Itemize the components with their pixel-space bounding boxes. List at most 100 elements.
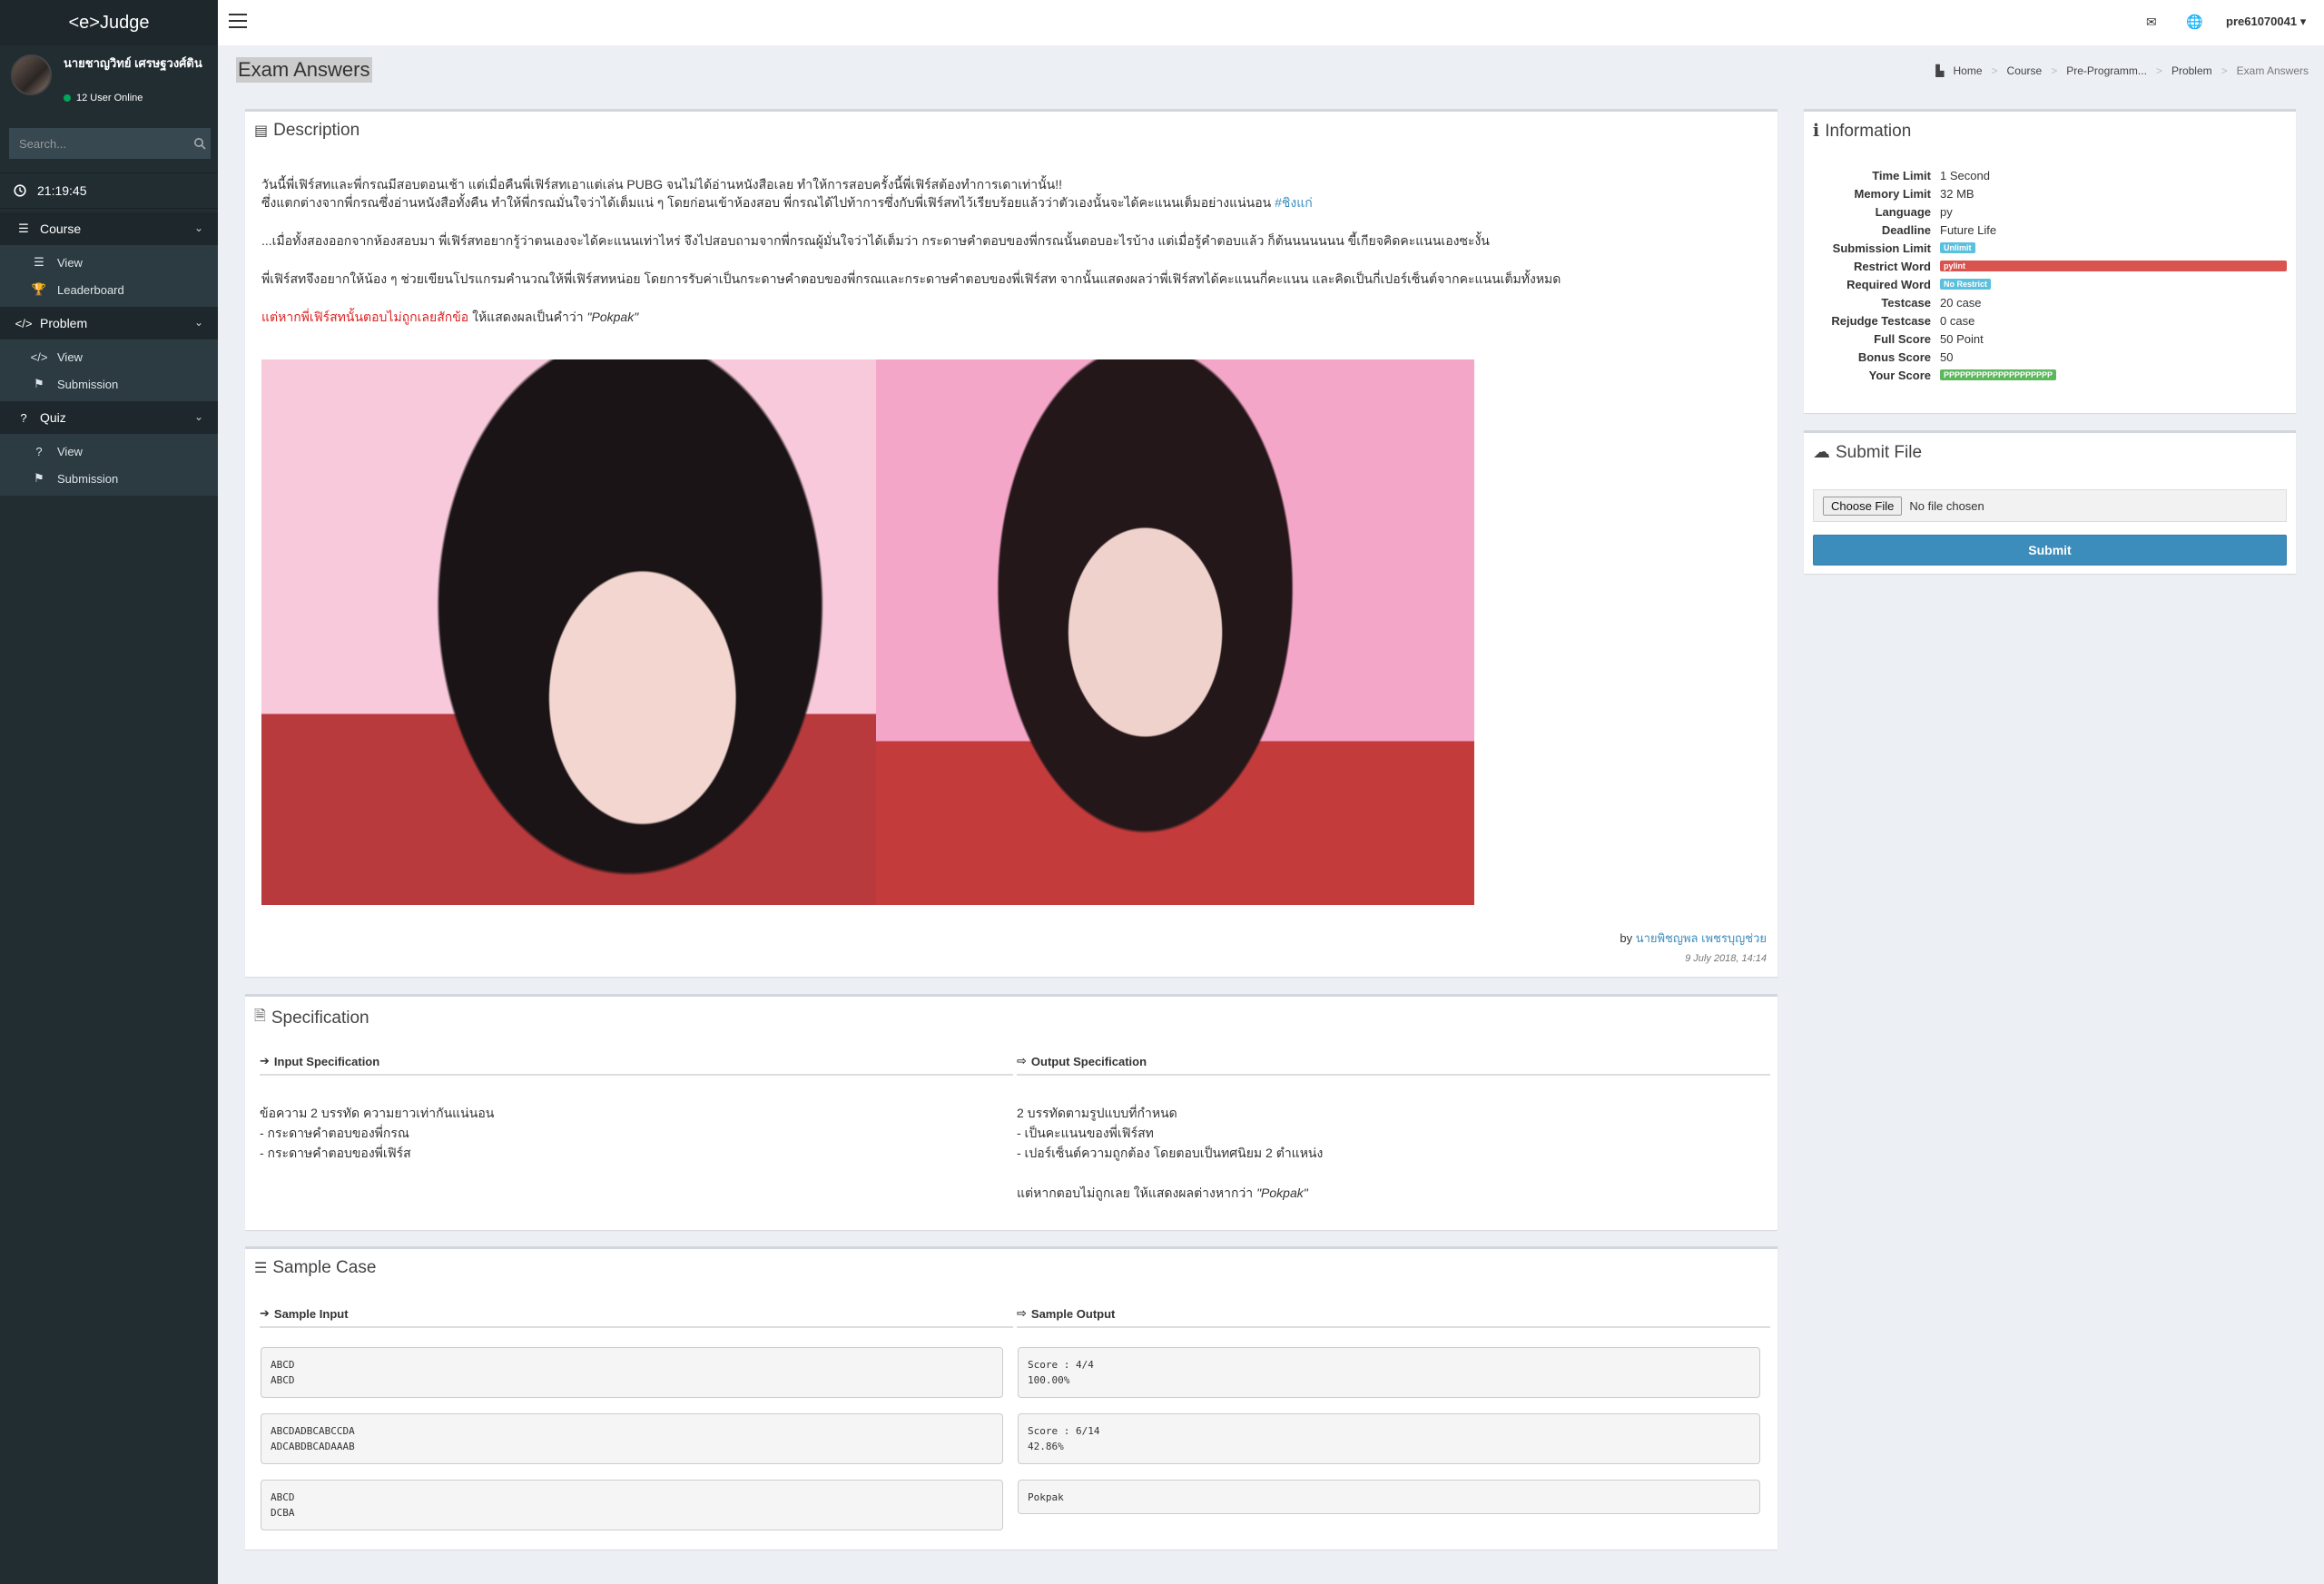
- description-paragraph: วันนี้พี่เฟิร์สทและพี่กรณมีสอบตอนเช้า แต…: [261, 175, 1759, 212]
- user-name: นายชาญวิทย์ เศรษฐวงศ์ดิน: [64, 56, 202, 70]
- score-badge: PPPPPPPPPPPPPPPPPPPP: [1940, 369, 2057, 380]
- menu-problem[interactable]: </> Problem ⌄: [0, 307, 218, 339]
- description-paragraph: แต่หากพี่เฟิร์สทนั้นตอบไม่ถูกเลยสักข้อ ใ…: [261, 308, 1759, 326]
- info-row-required-word: Required Word No Restrict: [1813, 275, 2287, 293]
- sample-input-column: ➔ Sample Input: [260, 1306, 1013, 1328]
- sidebar-item-label: Submission: [57, 377, 119, 391]
- user-menu[interactable]: pre61070041 ▾: [2226, 15, 2306, 29]
- code-icon: </>: [15, 316, 33, 330]
- sample-input-2: ABCDADBCABCCDA ADCABDBCADAAAB: [261, 1413, 1003, 1464]
- sign-in-icon: ➔: [260, 1054, 270, 1067]
- menu-toggle-icon[interactable]: [229, 14, 247, 30]
- sample-input-3: ABCD DCBA: [261, 1480, 1003, 1530]
- sidebar-item-course-view[interactable]: ☰ View: [0, 249, 218, 276]
- sidebar: <e>Judge นายชาญวิทย์ เศรษฐวงศ์ดิน 12 Use…: [0, 0, 218, 1584]
- sidebar-item-label: View: [57, 349, 83, 364]
- sample-case-header: ☰ Sample Case: [254, 1258, 376, 1278]
- description-box: ▤ Description วันนี้พี่เฟิร์สทและพี่กรณม…: [245, 109, 1777, 977]
- specification-box: 🗎 Specification ➔ Input Specification ข้อ…: [245, 994, 1777, 1230]
- description-line: ให้แสดงผลเป็นคำว่า: [468, 310, 587, 324]
- user-panel: นายชาญวิทย์ เศรษฐวงศ์ดิน 12 User Online: [0, 45, 218, 123]
- breadcrumb-course[interactable]: Course: [2007, 64, 2043, 77]
- sample-output-column: ⇨ Sample Output: [1017, 1306, 1770, 1328]
- info-key: Submission Limit: [1832, 241, 1931, 255]
- menu-course[interactable]: ☰ Course ⌄: [0, 212, 218, 245]
- author-info: by นายพิชญพล เพชรบุญช่วย 9 July 2018, 14…: [1620, 929, 1767, 964]
- sidebar-item-quiz-submission[interactable]: ⚑ Submission: [0, 465, 218, 492]
- input-spec-title: Input Specification: [273, 1054, 380, 1068]
- info-value: 50: [1940, 349, 1954, 364]
- info-key: Time Limit: [1872, 168, 1931, 182]
- spec-line: - กระดาษคำตอบของพี่เฟิร์ส: [260, 1146, 411, 1160]
- breadcrumb-problem[interactable]: Problem: [2171, 64, 2212, 77]
- file-input[interactable]: Choose File No file chosen: [1813, 489, 2287, 522]
- by-label: by: [1620, 931, 1636, 945]
- breadcrumb-pre-programming[interactable]: Pre-Programm...: [2066, 64, 2147, 77]
- info-row-bonus-score: Bonus Score 50: [1813, 348, 2287, 366]
- spec-line: ข้อความ 2 บรรทัด ความยาวเท่ากันแน่นอน: [260, 1106, 495, 1120]
- sidebar-item-label: View: [57, 444, 83, 458]
- spec-line: 2 บรรทัดตามรูปแบบที่กำหนด: [1017, 1106, 1177, 1120]
- sidebar-menu: ☰ Course ⌄ ☰ View 🏆 Leaderboard </> Proble…: [0, 212, 218, 496]
- specification-title: Specification: [271, 1008, 369, 1028]
- status-badge: pylint: [1940, 261, 2287, 271]
- chevron-down-icon: ⌄: [193, 410, 203, 423]
- sidebar-item-leaderboard[interactable]: 🏆 Leaderboard: [0, 276, 218, 303]
- info-row-submission-limit: Submission Limit Unlimit: [1813, 239, 2287, 257]
- sample-output-2: Score : 6/14 42.86%: [1018, 1413, 1760, 1464]
- submit-file-box: ☁ Submit File Choose File No file chosen…: [1804, 430, 2296, 574]
- info-key: Rejudge Testcase: [1831, 313, 1931, 328]
- code-icon: </>: [30, 349, 48, 364]
- description-line: วันนี้พี่เฟิร์สทและพี่กรณมีสอบตอนเช้า แต…: [261, 177, 1062, 192]
- question-icon: ?: [20, 410, 27, 425]
- mail-icon[interactable]: ✉: [2146, 15, 2157, 30]
- sample-input-header: ➔ Sample Input: [260, 1306, 1013, 1328]
- list-alt-icon: ▤: [254, 123, 269, 139]
- online-count: 12 User Online: [76, 93, 143, 103]
- top-navbar: ✉ 🌐 pre61070041 ▾: [218, 0, 2324, 45]
- output-spec-header: ⇨ Output Specification: [1017, 1054, 1770, 1076]
- description-text: วันนี้พี่เฟิร์สทและพี่กรณมีสอบตอนเช้า แต…: [261, 175, 1759, 346]
- info-row-deadline: Deadline Future Life: [1813, 221, 2287, 239]
- sample-output-title: Sample Output: [1030, 1306, 1116, 1321]
- info-row-language: Language py: [1813, 202, 2287, 221]
- spec-line: - เป็นคะแนนของพี่เฟิร์สท: [1017, 1126, 1154, 1140]
- choose-file-button[interactable]: Choose File: [1823, 496, 1903, 516]
- sample-case-title: Sample Case: [272, 1258, 377, 1277]
- sidebar-item-problem-submission[interactable]: ⚑ Submission: [0, 370, 218, 398]
- sidebar-item-label: View: [57, 255, 83, 270]
- submenu-quiz: ? View ⚑ Submission: [0, 434, 218, 496]
- globe-icon[interactable]: 🌐: [2186, 14, 2203, 30]
- list-icon: ☰: [34, 255, 44, 269]
- sample-output-3: Pokpak: [1018, 1480, 1760, 1514]
- username: pre61070041: [2226, 15, 2298, 28]
- info-row-full-score: Full Score 50 Point: [1813, 330, 2287, 348]
- flag-icon: ⚑: [34, 377, 44, 390]
- sidebar-item-problem-view[interactable]: </> View: [0, 343, 218, 370]
- app-logo[interactable]: <e>Judge: [0, 0, 218, 45]
- warning-text: แต่หากพี่เฟิร์สทนั้นตอบไม่ถูกเลยสักข้อ: [261, 310, 469, 324]
- menu-quiz[interactable]: ? Quiz ⌄: [0, 401, 218, 434]
- menu-quiz-label: Quiz: [40, 410, 66, 425]
- sidebar-clock: 21:19:45: [0, 172, 218, 209]
- problem-image-right: [876, 359, 1474, 905]
- breadcrumb-home[interactable]: Home: [1954, 64, 1983, 77]
- info-key: Language: [1875, 204, 1931, 219]
- sidebar-item-label: Submission: [57, 471, 119, 486]
- info-row-testcase: Testcase 20 case: [1813, 293, 2287, 311]
- sign-out-icon: ⇨: [1017, 1306, 1027, 1320]
- cloud-upload-icon: ☁: [1813, 443, 1830, 462]
- sample-output-1: Score : 4/4 100.00%: [1018, 1347, 1760, 1398]
- information-title: Information: [1825, 121, 1912, 141]
- sidebar-item-quiz-view[interactable]: ? View: [0, 438, 218, 465]
- search-input[interactable]: [9, 128, 189, 159]
- course-icon: ☰: [18, 221, 29, 235]
- search-button[interactable]: [189, 128, 211, 159]
- submit-button[interactable]: Submit: [1813, 535, 2287, 566]
- hashtag-link[interactable]: #ชิงแก่: [1275, 195, 1313, 210]
- submenu-problem: </> View ⚑ Submission: [0, 339, 218, 401]
- output-spec: ⇨ Output Specification 2 บรรทัดตามรูปแบบท…: [1017, 1054, 1770, 1203]
- description-paragraph: พี่เฟิร์สทจึงอยากให้น้อง ๆ ช่วยเขียนโปรแ…: [261, 271, 1561, 286]
- file-status: No file chosen: [1909, 498, 1984, 513]
- author-link[interactable]: นายพิชญพล เพชรบุญช่วย: [1636, 931, 1767, 945]
